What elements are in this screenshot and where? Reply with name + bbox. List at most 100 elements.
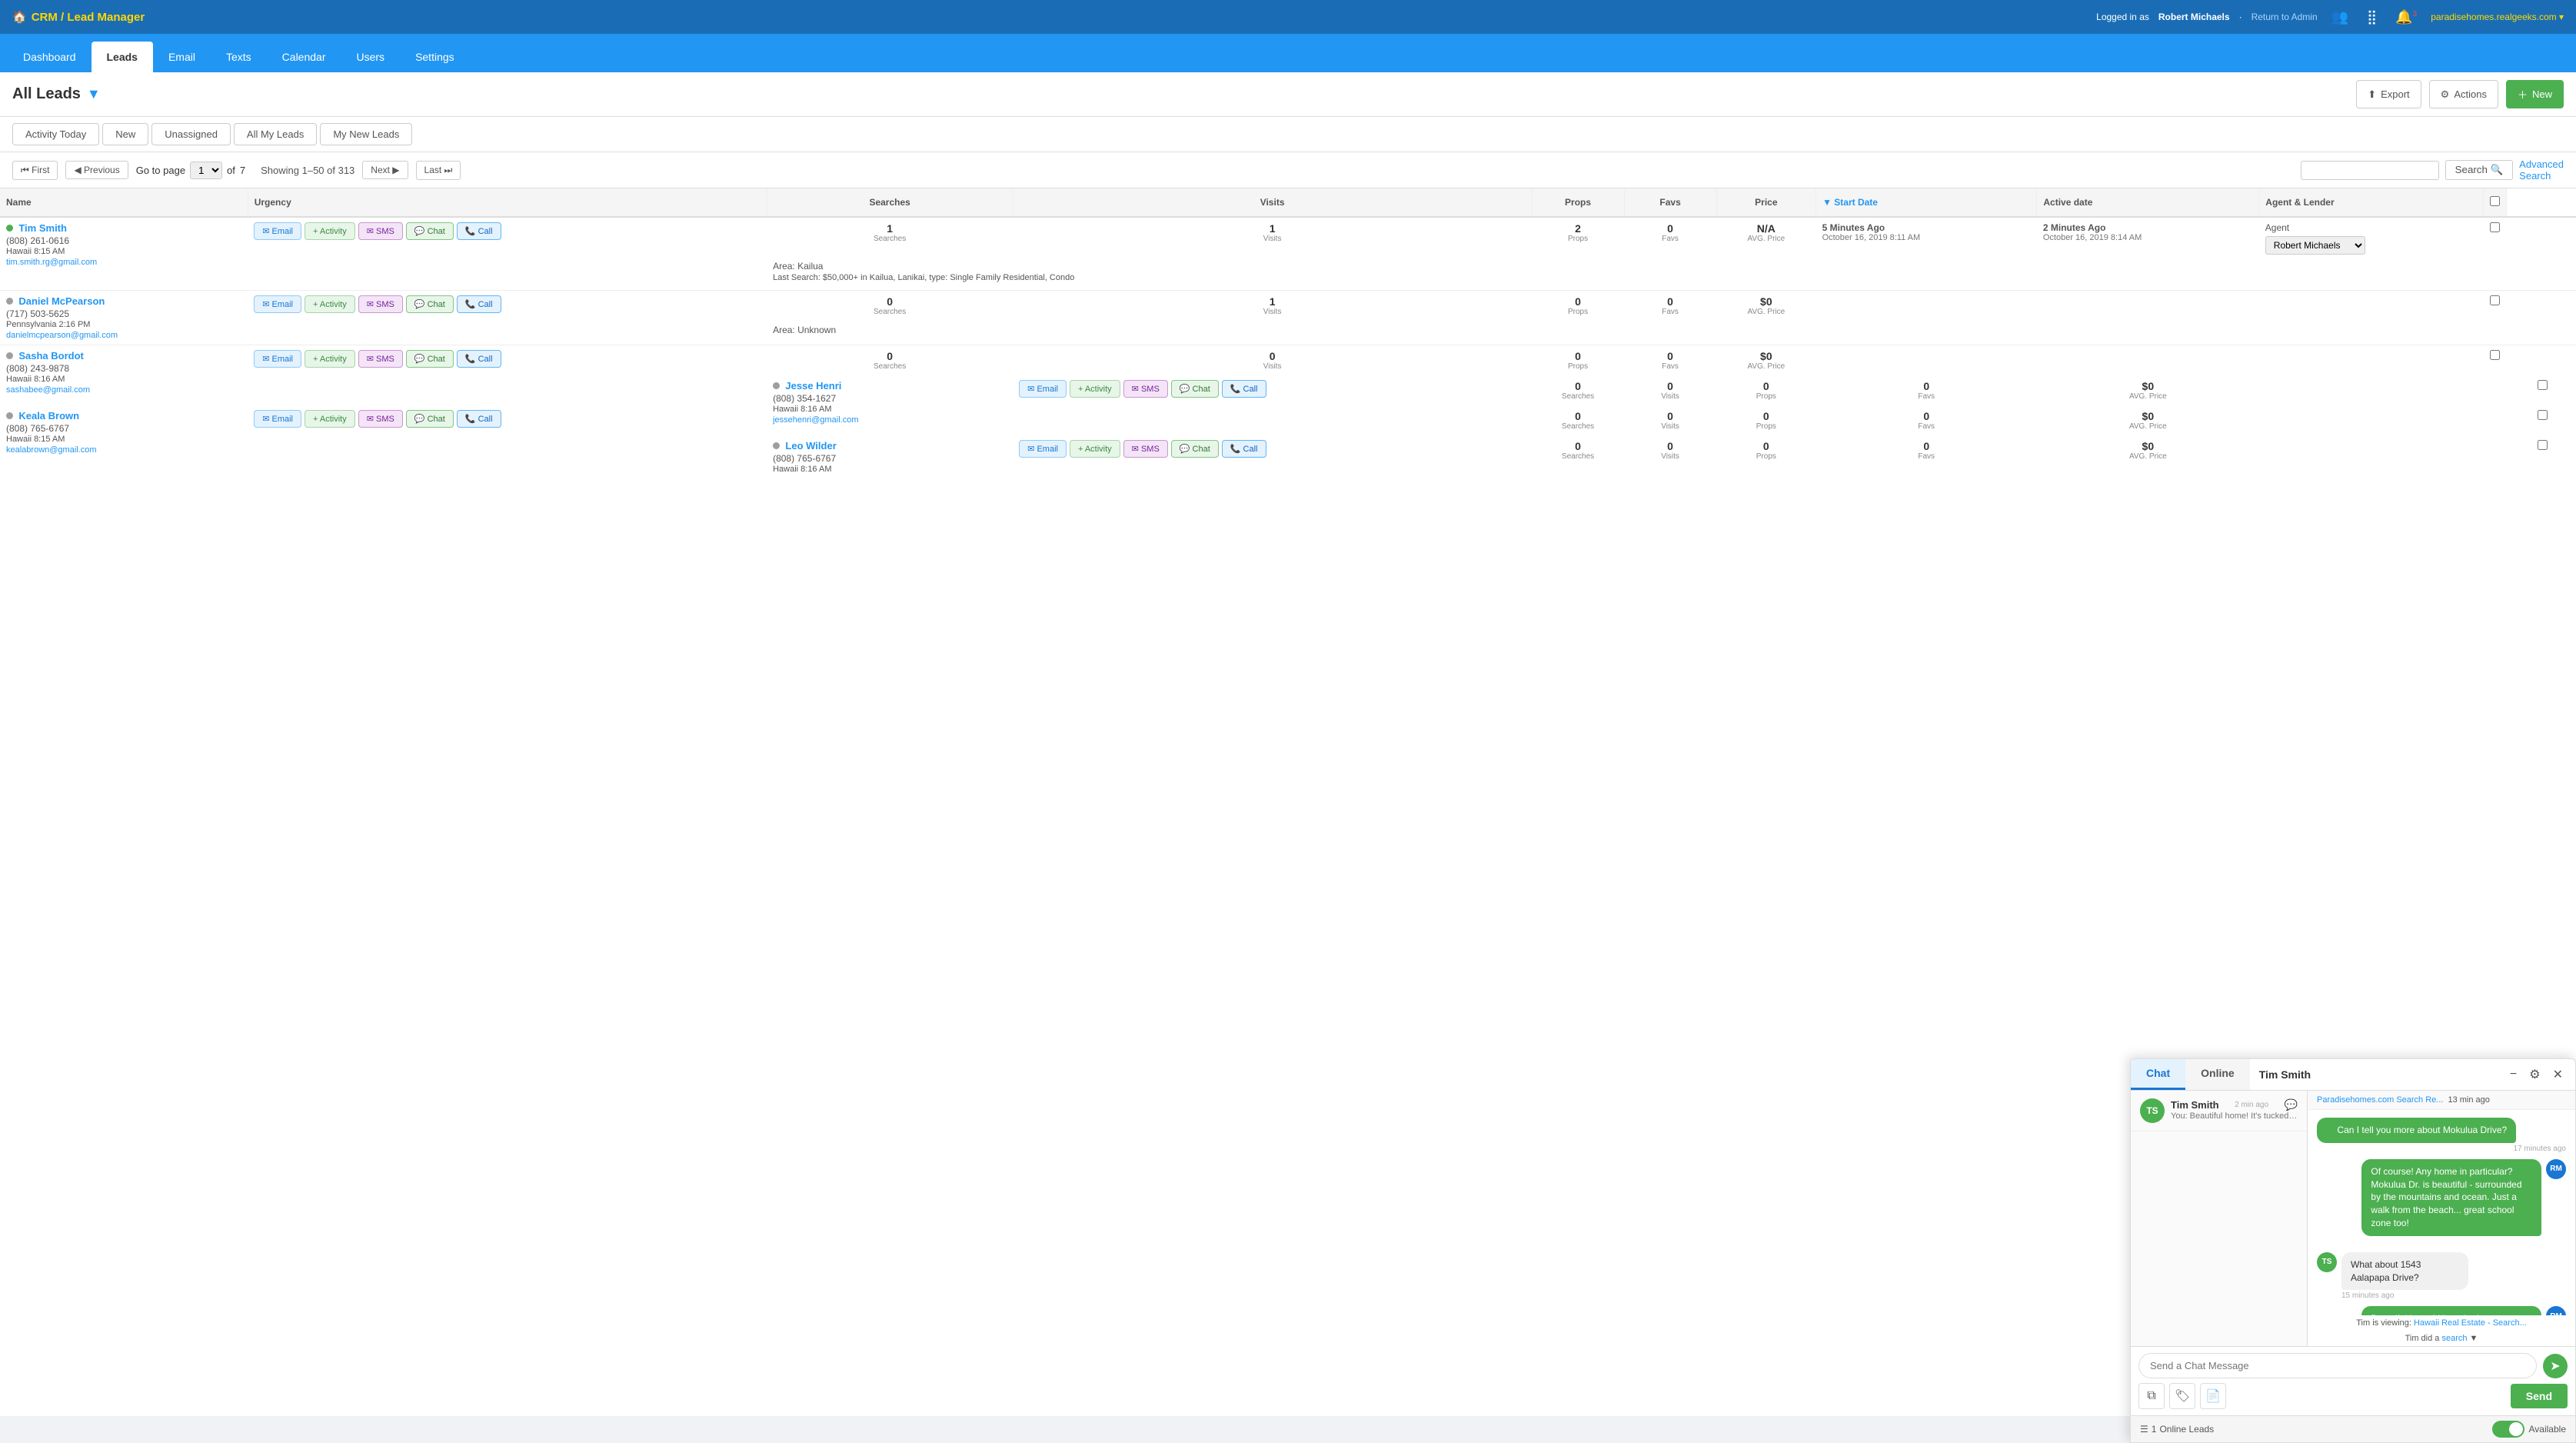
activity-button[interactable]: + Activity xyxy=(305,222,355,240)
row-checkbox[interactable] xyxy=(2490,295,2500,305)
search-dropdown-icon[interactable]: ▼ xyxy=(2470,1334,2478,1343)
lead-name-link[interactable]: Jesse Henri xyxy=(785,380,841,392)
actions-button[interactable]: ⚙ Actions xyxy=(2429,80,2498,108)
activity-button[interactable]: + Activity xyxy=(1070,440,1120,458)
filter-unassigned[interactable]: Unassigned xyxy=(151,123,231,145)
advanced-search-link[interactable]: AdvancedSearch xyxy=(2519,158,2564,182)
chat-message-input[interactable] xyxy=(2138,1353,2537,1378)
activity-button[interactable]: + Activity xyxy=(305,350,355,368)
tab-dashboard[interactable]: Dashboard xyxy=(8,42,92,72)
tab-settings[interactable]: Settings xyxy=(400,42,470,72)
prev-page-button[interactable]: ◀ Previous xyxy=(65,161,128,179)
chat-button[interactable]: 💬 Chat xyxy=(1171,440,1219,458)
leads-filter-dropdown[interactable]: All Leads ▼ xyxy=(12,85,101,103)
row-checkbox[interactable] xyxy=(2490,222,2500,232)
notification-icon[interactable]: 🔔3 xyxy=(2391,8,2421,27)
col-start-date[interactable]: ▼ Start Date xyxy=(1816,188,2037,217)
availability-toggle-switch[interactable] xyxy=(2492,1421,2524,1438)
row-checkbox-cell[interactable] xyxy=(2484,217,2507,259)
call-button[interactable]: 📞 Call xyxy=(1222,380,1266,398)
email-button[interactable]: ✉ Email xyxy=(254,350,301,368)
activity-button[interactable]: + Activity xyxy=(305,410,355,428)
row-checkbox-cell[interactable] xyxy=(2484,291,2507,323)
sms-button[interactable]: ✉ SMS xyxy=(358,295,403,313)
chat-minimize-button[interactable]: − xyxy=(2507,1066,2520,1083)
chat-list-item[interactable]: TS Tim Smith 2 min ago 💬 You: Beautiful … xyxy=(2131,1091,2307,1131)
lead-name-link[interactable]: Sasha Bordot xyxy=(18,350,84,362)
call-button[interactable]: 📞 Call xyxy=(1222,440,1266,458)
export-button[interactable]: ⬆ Export xyxy=(2356,80,2421,108)
next-page-button[interactable]: Next ▶ xyxy=(362,161,408,179)
sms-button[interactable]: ✉ SMS xyxy=(358,410,403,428)
row-checkbox-cell[interactable] xyxy=(2484,345,2507,376)
lead-name-link[interactable]: Leo Wilder xyxy=(785,440,836,452)
lead-name-link[interactable]: Keala Brown xyxy=(18,410,79,422)
send-button[interactable]: Send xyxy=(2511,1384,2568,1408)
tab-leads[interactable]: Leads xyxy=(92,42,153,72)
tab-users[interactable]: Users xyxy=(341,42,401,72)
filter-activity-today[interactable]: Activity Today xyxy=(12,123,99,145)
search-link[interactable]: search xyxy=(2441,1334,2467,1343)
lead-name-link[interactable]: Tim Smith xyxy=(18,222,67,234)
search-input[interactable] xyxy=(2301,161,2439,180)
sms-button[interactable]: ✉ SMS xyxy=(1123,380,1168,398)
chat-settings-button[interactable]: ⚙ xyxy=(2526,1065,2543,1084)
tab-email[interactable]: Email xyxy=(153,42,211,72)
call-button[interactable]: 📞 Call xyxy=(457,410,501,428)
search-button[interactable]: Search 🔍 xyxy=(2445,160,2514,180)
chat-ref-link[interactable]: Paradisehomes.com Search Re... xyxy=(2317,1095,2443,1105)
apps-icon[interactable]: ⣿ xyxy=(2362,8,2381,27)
lead-email-link[interactable]: kealabrown@gmail.com xyxy=(6,445,97,455)
row-checkbox[interactable] xyxy=(2538,380,2548,390)
chat-copy-button[interactable]: ⧉ xyxy=(2138,1383,2165,1409)
select-all-checkbox[interactable] xyxy=(2490,196,2500,206)
chat-button[interactable]: 💬 Chat xyxy=(406,295,454,313)
first-page-button[interactable]: ⏮ First xyxy=(12,161,58,180)
chat-tag-button[interactable]: 🏷 xyxy=(2169,1383,2195,1409)
call-button[interactable]: 📞 Call xyxy=(457,295,501,313)
sms-button[interactable]: ✉ SMS xyxy=(358,350,403,368)
chat-close-button[interactable]: ✕ xyxy=(2550,1065,2566,1084)
filter-all-my-leads[interactable]: All My Leads xyxy=(234,123,317,145)
col-checkbox[interactable] xyxy=(2484,188,2507,217)
chat-file-button[interactable]: 📄 xyxy=(2200,1383,2226,1409)
last-page-button[interactable]: Last ⏭ xyxy=(416,161,461,180)
email-button[interactable]: ✉ Email xyxy=(254,410,301,428)
activity-button[interactable]: + Activity xyxy=(1070,380,1120,398)
email-button[interactable]: ✉ Email xyxy=(254,222,301,240)
lead-email-link[interactable]: jessehenri@gmail.com xyxy=(773,415,858,425)
users-icon[interactable]: 👥 xyxy=(2327,8,2353,27)
tab-calendar[interactable]: Calendar xyxy=(267,42,341,72)
lead-email-link[interactable]: danielmcpearson@gmail.com xyxy=(6,331,118,340)
email-button[interactable]: ✉ Email xyxy=(1019,380,1067,398)
online-tab[interactable]: Online xyxy=(2185,1059,2250,1090)
lead-name-link[interactable]: Daniel McPearson xyxy=(18,295,105,307)
chat-button[interactable]: 💬 Chat xyxy=(406,350,454,368)
email-button[interactable]: ✉ Email xyxy=(254,295,301,313)
agent-select[interactable]: Robert Michaels xyxy=(2265,236,2365,255)
chat-tab[interactable]: Chat xyxy=(2131,1059,2185,1090)
row-checkbox-cell[interactable] xyxy=(2531,375,2576,405)
page-select[interactable]: 1234567 xyxy=(190,162,222,179)
email-button[interactable]: ✉ Email xyxy=(1019,440,1067,458)
filter-my-new-leads[interactable]: My New Leads xyxy=(320,123,412,145)
activity-button[interactable]: + Activity xyxy=(305,295,355,313)
call-button[interactable]: 📞 Call xyxy=(457,350,501,368)
tab-texts[interactable]: Texts xyxy=(211,42,267,72)
row-checkbox[interactable] xyxy=(2538,410,2548,420)
chat-button[interactable]: 💬 Chat xyxy=(406,410,454,428)
row-checkbox[interactable] xyxy=(2490,350,2500,360)
chat-button[interactable]: 💬 Chat xyxy=(406,222,454,240)
chat-send-icon-button[interactable]: ➤ xyxy=(2543,1354,2568,1378)
row-checkbox[interactable] xyxy=(2538,440,2548,450)
row-checkbox-cell[interactable] xyxy=(2531,435,2576,478)
lead-email-link[interactable]: sashabee@gmail.com xyxy=(6,385,90,395)
lead-email-link[interactable]: tim.smith.rg@gmail.com xyxy=(6,258,97,267)
viewing-link[interactable]: Hawaii Real Estate - Search... xyxy=(2414,1318,2527,1328)
sms-button[interactable]: ✉ SMS xyxy=(358,222,403,240)
new-lead-button[interactable]: ＋ New xyxy=(2506,80,2564,108)
site-url[interactable]: paradisehomes.realgeeks.com ▾ xyxy=(2431,12,2564,22)
row-checkbox-cell[interactable] xyxy=(2531,405,2576,435)
call-button[interactable]: 📞 Call xyxy=(457,222,501,240)
sms-button[interactable]: ✉ SMS xyxy=(1123,440,1168,458)
